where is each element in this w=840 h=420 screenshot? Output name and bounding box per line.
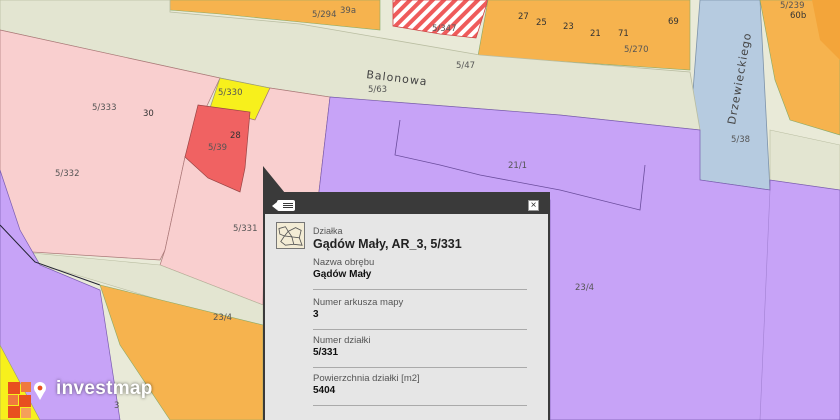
list-icon[interactable] (272, 200, 295, 211)
parcel-label: 5/294 (312, 10, 337, 20)
field-value: 3 (313, 309, 319, 320)
popup-kind: Działka (313, 226, 343, 236)
field-label: Nazwa obrębu (313, 257, 375, 268)
parcel-label: 21 (590, 29, 601, 39)
parcel-label: 30 (143, 109, 154, 119)
investmap-logo[interactable]: investmap (8, 376, 168, 420)
parcel-label: 5/270 (624, 45, 649, 55)
field-label: Powierzchnia działki [m2] (313, 373, 420, 384)
parcel-label: 5/347 (432, 24, 457, 34)
parcel-label: 39a (340, 6, 356, 16)
parcel-label: 71 (618, 29, 629, 39)
parcel-label: 5/331 (233, 224, 258, 234)
parcel-label: 25 (536, 18, 547, 28)
parcel-label: 60b (790, 11, 806, 21)
investmap-logo-icon (8, 382, 46, 418)
parcel-label: 5/332 (55, 169, 80, 179)
logo-text: investmap (56, 378, 153, 399)
field-nazwa-obrebu: Nazwa obrębu Gądów Mały (313, 252, 527, 290)
field-value: 5404 (313, 385, 336, 396)
parcel-info-popup: × Działka Gądów Mały, AR_3, 5/331 Nazwa … (263, 192, 550, 420)
field-powierzchnia: Powierzchnia działki [m2] 5404 (313, 368, 527, 406)
field-value: Gądów Mały (313, 269, 372, 280)
parcel-label: 5/38 (731, 135, 750, 145)
parcel-label: 5/330 (218, 88, 243, 98)
field-numer-dzialki: Numer działki 5/331 (313, 330, 527, 368)
parcel-label: 23/4 (213, 313, 232, 323)
parcel-label: 21/1 (508, 161, 527, 171)
parcel-label: 69 (668, 17, 679, 27)
field-numer-arkusza: Numer arkusza mapy 3 (313, 292, 527, 330)
parcel-label: 27 (518, 12, 529, 22)
popup-body: Działka Gądów Mały, AR_3, 5/331 Nazwa ob… (265, 214, 548, 420)
parcel-label: 23/4 (575, 283, 594, 293)
parcel-label: 28 (230, 131, 241, 141)
popup-title: Gądów Mały, AR_3, 5/331 (313, 237, 462, 251)
parcel-shape-icon (276, 222, 305, 249)
field-label: Numer działki (313, 335, 371, 346)
parcel-label: 5/47 (456, 61, 475, 71)
field-value: 5/331 (313, 347, 339, 358)
popup-header: × (263, 192, 550, 214)
parcel-label: 5/333 (92, 103, 117, 113)
parcel-label: 5/39 (208, 143, 227, 153)
parcel-label: 5/63 (368, 85, 387, 95)
close-icon[interactable]: × (528, 200, 539, 211)
popup-pointer (263, 166, 285, 193)
parcel-label: 23 (563, 22, 574, 32)
parcel-label: 5/239 (780, 1, 805, 11)
field-label: Numer arkusza mapy (313, 297, 404, 308)
